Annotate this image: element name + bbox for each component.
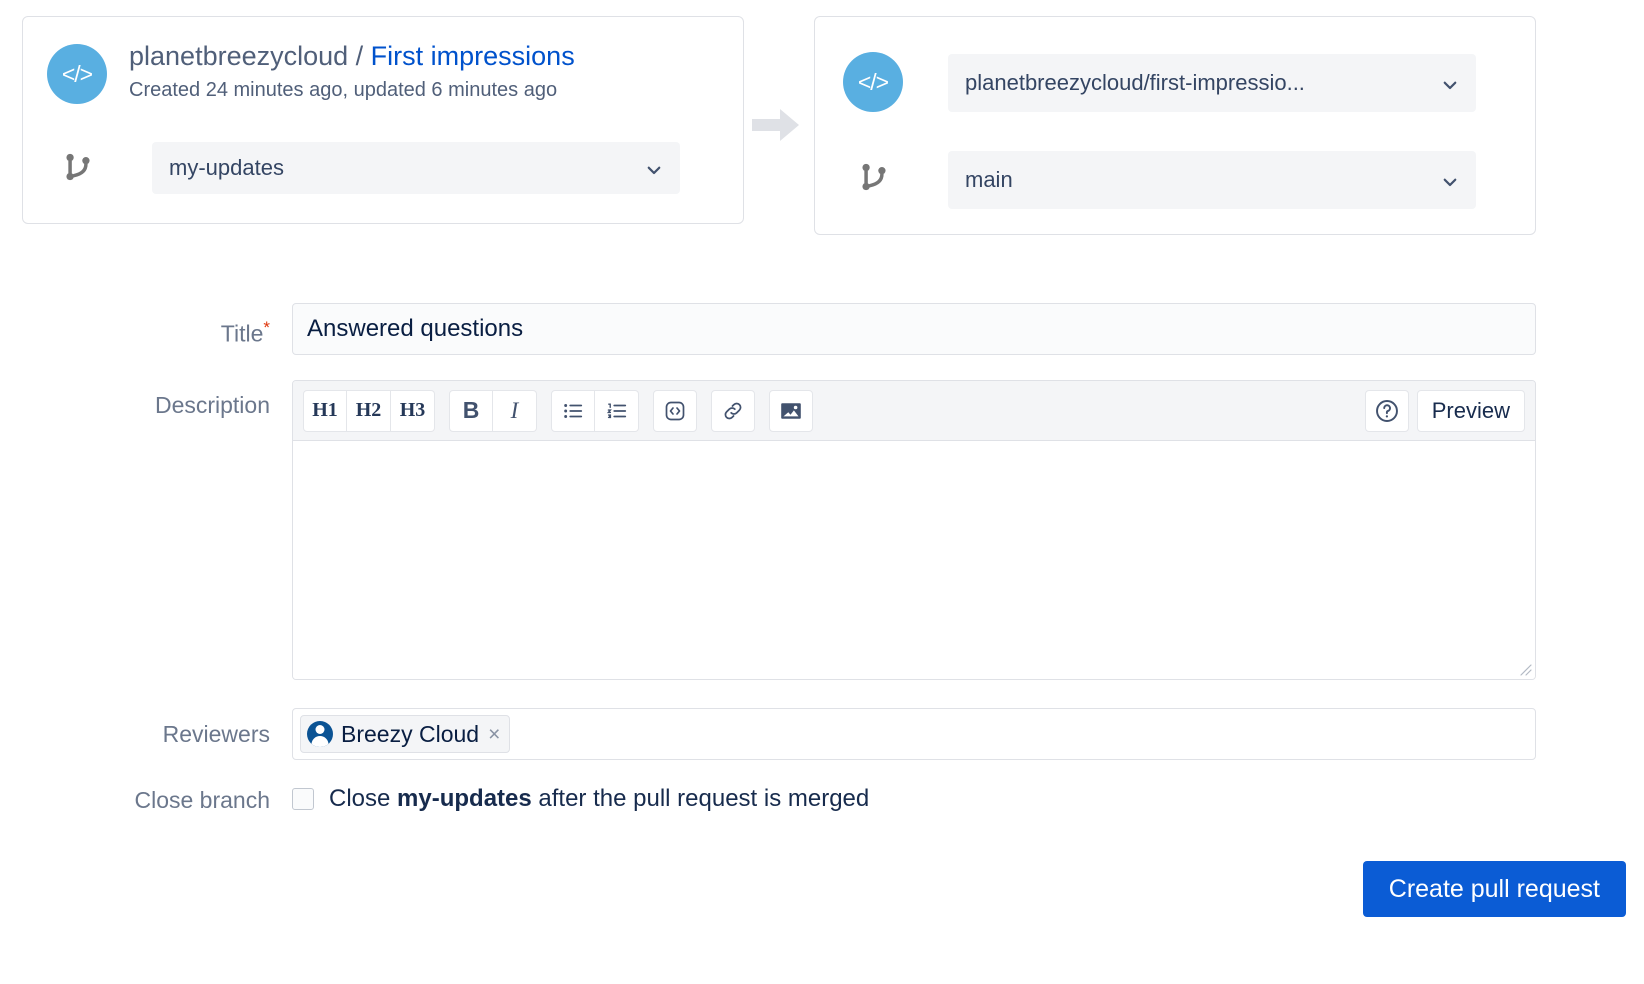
h2-button[interactable]: H2 bbox=[347, 390, 391, 432]
description-textarea[interactable] bbox=[293, 441, 1535, 679]
chevron-down-icon bbox=[1441, 171, 1459, 189]
resize-handle-icon[interactable] bbox=[1516, 660, 1532, 676]
git-branch-icon bbox=[855, 157, 893, 197]
code-brackets-icon: </> bbox=[47, 44, 107, 104]
list-button-group bbox=[551, 390, 639, 432]
source-panel: </> planetbreezycloud / First impression… bbox=[22, 16, 744, 224]
heading-button-group: H1 H2 H3 bbox=[303, 390, 435, 432]
link-button-group bbox=[711, 390, 755, 432]
title-label-text: Title bbox=[221, 321, 264, 347]
destination-repo-select[interactable]: planetbreezycloud/first-impressio... bbox=[948, 54, 1476, 112]
help-circle-icon[interactable] bbox=[1365, 390, 1409, 432]
reviewers-input[interactable]: Breezy Cloud × bbox=[292, 708, 1536, 760]
bullet-list-icon[interactable] bbox=[551, 390, 595, 432]
arrow-right-icon bbox=[752, 108, 800, 142]
close-branch-checkbox[interactable] bbox=[292, 788, 314, 810]
preview-button[interactable]: Preview bbox=[1417, 390, 1525, 432]
git-branch-icon bbox=[59, 147, 97, 187]
code-icon[interactable] bbox=[653, 390, 697, 432]
close-icon[interactable]: × bbox=[488, 724, 500, 745]
image-icon[interactable] bbox=[769, 390, 813, 432]
destination-panel: </> planetbreezycloud/first-impressio...… bbox=[814, 16, 1536, 235]
close-text-branch: my-updates bbox=[397, 785, 532, 812]
editor-toolbar: H1 H2 H3 B I bbox=[293, 381, 1535, 441]
h1-button[interactable]: H1 bbox=[303, 390, 347, 432]
title-label: Title* bbox=[100, 318, 270, 348]
italic-button[interactable]: I bbox=[493, 390, 537, 432]
h3-button[interactable]: H3 bbox=[391, 390, 435, 432]
title-input[interactable]: Answered questions bbox=[292, 303, 1536, 355]
source-branch-value: my-updates bbox=[169, 155, 635, 181]
reviewer-chip-label: Breezy Cloud bbox=[341, 721, 479, 748]
close-branch-text: Close my-updates after the pull request … bbox=[329, 785, 869, 813]
source-repo-title: planetbreezycloud / First impressions bbox=[129, 41, 575, 72]
close-text-suffix: after the pull request is merged bbox=[532, 785, 870, 812]
source-branch-select[interactable]: my-updates bbox=[152, 142, 680, 194]
reviewers-label: Reviewers bbox=[70, 721, 270, 748]
source-repo-owner: planetbreezycloud bbox=[129, 41, 348, 71]
chevron-down-icon bbox=[1441, 74, 1459, 92]
source-repo-name-link[interactable]: First impressions bbox=[371, 41, 575, 71]
destination-repo-value: planetbreezycloud/first-impressio... bbox=[965, 70, 1431, 96]
chevron-down-icon bbox=[645, 159, 663, 177]
avatar bbox=[307, 721, 333, 747]
description-editor: H1 H2 H3 B I bbox=[292, 380, 1536, 680]
source-repo-meta: Created 24 minutes ago, updated 6 minute… bbox=[129, 79, 557, 102]
link-icon[interactable] bbox=[711, 390, 755, 432]
code-button-group bbox=[653, 390, 697, 432]
source-repo-separator: / bbox=[348, 41, 371, 71]
description-label: Description bbox=[60, 392, 270, 419]
code-brackets-icon: </> bbox=[843, 52, 903, 112]
numbered-list-icon[interactable] bbox=[595, 390, 639, 432]
destination-branch-value: main bbox=[965, 167, 1431, 193]
close-branch-label: Close branch bbox=[40, 787, 270, 814]
bold-button[interactable]: B bbox=[449, 390, 493, 432]
close-text-prefix: Close bbox=[329, 785, 397, 812]
text-style-button-group: B I bbox=[449, 390, 537, 432]
reviewer-chip[interactable]: Breezy Cloud × bbox=[300, 715, 510, 753]
title-input-value: Answered questions bbox=[307, 315, 523, 343]
image-button-group bbox=[769, 390, 813, 432]
branch-selection-row: </> planetbreezycloud / First impression… bbox=[0, 0, 1644, 250]
close-branch-row: Close my-updates after the pull request … bbox=[292, 785, 869, 813]
create-pull-request-button[interactable]: Create pull request bbox=[1363, 861, 1626, 917]
destination-branch-select[interactable]: main bbox=[948, 151, 1476, 209]
required-indicator: * bbox=[263, 318, 270, 337]
